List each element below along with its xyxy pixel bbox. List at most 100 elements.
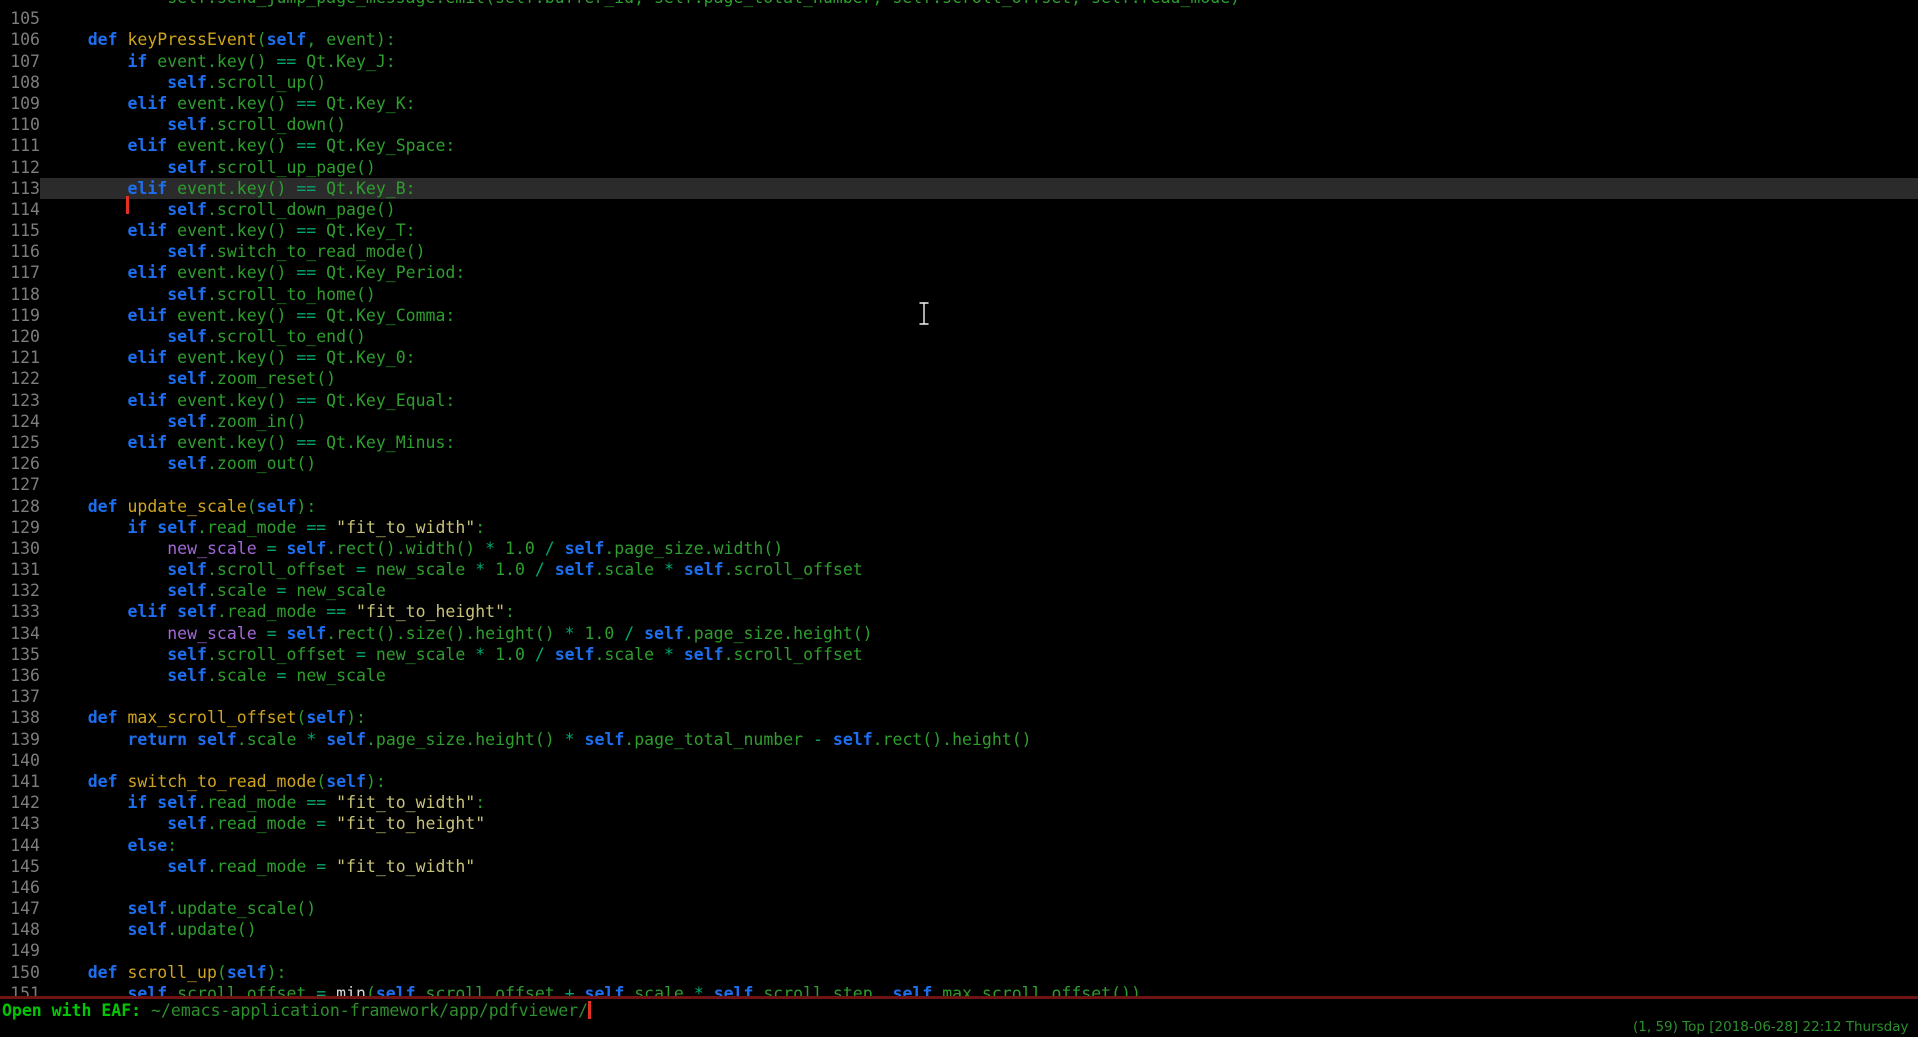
code-token	[48, 920, 127, 939]
line-number: 115	[0, 220, 40, 241]
code-line[interactable]: 138 def max_scroll_offset(self):	[0, 707, 1918, 728]
code-token: self	[555, 645, 595, 664]
code-text: new_scale = self.rect().width() * 1.0 / …	[40, 538, 1918, 559]
code-line[interactable]: 134 new_scale = self.rect().size().heigh…	[0, 623, 1918, 644]
code-token: *	[664, 645, 674, 664]
code-line[interactable]: 151 self.scroll_offset = min(self.scroll…	[0, 983, 1918, 997]
line-number: 139	[0, 729, 40, 750]
code-line[interactable]: 131 self.scroll_offset = new_scale * 1.0…	[0, 559, 1918, 580]
code-line[interactable]: 129 if self.read_mode == "fit_to_width":	[0, 517, 1918, 538]
code-line[interactable]: 120 self.scroll_to_end()	[0, 326, 1918, 347]
code-token: .scroll_offset	[724, 645, 863, 664]
code-line[interactable]: 124 self.zoom_in()	[0, 411, 1918, 432]
code-token	[48, 793, 127, 812]
code-editor[interactable]: self.send_jump_page_message.emit(self.bu…	[0, 0, 1918, 997]
line-number: 128	[0, 496, 40, 517]
code-token: self	[167, 454, 207, 473]
code-token: self	[565, 539, 605, 558]
line-number: 122	[0, 368, 40, 389]
code-token	[48, 454, 167, 473]
code-token	[48, 391, 127, 410]
code-line[interactable]: 145 self.read_mode = "fit_to_width"	[0, 856, 1918, 877]
code-line[interactable]: 112 self.scroll_up_page()	[0, 157, 1918, 178]
code-line[interactable]: 125 elif event.key() == Qt.Key_Minus:	[0, 432, 1918, 453]
code-line[interactable]: 132 self.scale = new_scale	[0, 580, 1918, 601]
code-line[interactable]: 144 else:	[0, 835, 1918, 856]
code-line[interactable]: 139 return self.scale * self.page_size.h…	[0, 729, 1918, 750]
code-token: event.key()	[167, 94, 296, 113]
code-line[interactable]: 148 self.update()	[0, 919, 1918, 940]
code-token: ==	[296, 263, 316, 282]
code-line[interactable]: 140	[0, 750, 1918, 771]
code-line[interactable]: 118 self.scroll_to_home()	[0, 284, 1918, 305]
code-line[interactable]: 116 self.switch_to_read_mode()	[0, 241, 1918, 262]
code-line[interactable]: 119 elif event.key() == Qt.Key_Comma:	[0, 305, 1918, 326]
code-token: Qt.Key_Space:	[316, 136, 455, 155]
line-number: 143	[0, 813, 40, 834]
code-line[interactable]: 123 elif event.key() == Qt.Key_Equal:	[0, 390, 1918, 411]
code-token: .scroll_down_page()	[207, 200, 396, 219]
code-token: .page_total_number	[624, 730, 813, 749]
code-line[interactable]: 142 if self.read_mode == "fit_to_width":	[0, 792, 1918, 813]
code-line[interactable]: 111 elif event.key() == Qt.Key_Space:	[0, 135, 1918, 156]
code-line[interactable]: 149	[0, 940, 1918, 961]
code-line[interactable]: 147 self.update_scale()	[0, 898, 1918, 919]
code-token: .read_mode	[207, 857, 316, 876]
code-line[interactable]: 107 if event.key() == Qt.Key_J:	[0, 51, 1918, 72]
code-token: .scroll_down()	[207, 115, 346, 134]
code-token: self	[197, 730, 237, 749]
code-line[interactable]: 133 elif self.read_mode == "fit_to_heigh…	[0, 601, 1918, 622]
code-text: self.zoom_in()	[40, 411, 1918, 432]
code-line[interactable]: 113 elif event.key() == Qt.Key_B:	[0, 178, 1918, 199]
code-line[interactable]: 136 self.scale = new_scale	[0, 665, 1918, 686]
code-text: self.scroll_to_end()	[40, 326, 1918, 347]
minibuffer-cursor	[588, 1001, 591, 1019]
code-line[interactable]: 115 elif event.key() == Qt.Key_T:	[0, 220, 1918, 241]
code-token	[48, 30, 88, 49]
code-token: .scroll_up()	[207, 73, 326, 92]
code-token: elif	[127, 221, 167, 240]
code-line[interactable]: 141 def switch_to_read_mode(self):	[0, 771, 1918, 792]
code-token: =	[277, 581, 287, 600]
code-line[interactable]: 105	[0, 8, 1918, 29]
code-text: else:	[40, 835, 1918, 856]
code-text: self.zoom_reset()	[40, 368, 1918, 389]
line-number: 141	[0, 771, 40, 792]
code-line[interactable]: 146	[0, 877, 1918, 898]
code-line[interactable]: 135 self.scroll_offset = new_scale * 1.0…	[0, 644, 1918, 665]
code-line[interactable]: 109 elif event.key() == Qt.Key_K:	[0, 93, 1918, 114]
code-line[interactable]: 128 def update_scale(self):	[0, 496, 1918, 517]
code-line[interactable]: 110 self.scroll_down()	[0, 114, 1918, 135]
code-line[interactable]: 137	[0, 686, 1918, 707]
code-token	[48, 73, 167, 92]
code-token: event.key()	[167, 179, 296, 198]
code-text	[40, 474, 1918, 495]
code-line[interactable]: 150 def scroll_up(self):	[0, 962, 1918, 983]
code-token	[48, 285, 167, 304]
code-line[interactable]: 121 elif event.key() == Qt.Key_0:	[0, 347, 1918, 368]
code-token: self	[167, 158, 207, 177]
code-token: self	[257, 497, 297, 516]
code-line[interactable]: 143 self.read_mode = "fit_to_height"	[0, 813, 1918, 834]
code-line[interactable]: 114 self.scroll_down_page()	[0, 199, 1918, 220]
code-line[interactable]: 127	[0, 474, 1918, 495]
code-token: else	[127, 836, 167, 855]
code-text: elif event.key() == Qt.Key_Space:	[40, 135, 1918, 156]
minibuffer-input[interactable]: ~/emacs-application-framework/app/pdfvie…	[151, 1001, 588, 1020]
code-text: elif event.key() == Qt.Key_B:	[40, 178, 1918, 199]
code-line[interactable]: 108 self.scroll_up()	[0, 72, 1918, 93]
code-line[interactable]: 117 elif event.key() == Qt.Key_Period:	[0, 262, 1918, 283]
minibuffer[interactable]: Open with EAF: ~/emacs-application-frame…	[2, 1000, 591, 1021]
code-line[interactable]: 122 self.zoom_reset()	[0, 368, 1918, 389]
code-line[interactable]: 106 def keyPressEvent(self, event):	[0, 29, 1918, 50]
code-token	[48, 708, 88, 727]
code-line[interactable]: 130 new_scale = self.rect().width() * 1.…	[0, 538, 1918, 559]
code-token: .update_scale()	[167, 899, 316, 918]
line-number: 126	[0, 453, 40, 474]
code-line[interactable]: self.send_jump_page_message.emit(self.bu…	[0, 0, 1918, 8]
code-token: event.key()	[167, 391, 296, 410]
code-token: elif	[127, 391, 167, 410]
code-token: *	[485, 539, 495, 558]
code-line[interactable]: 126 self.zoom_out()	[0, 453, 1918, 474]
code-token	[674, 560, 684, 579]
